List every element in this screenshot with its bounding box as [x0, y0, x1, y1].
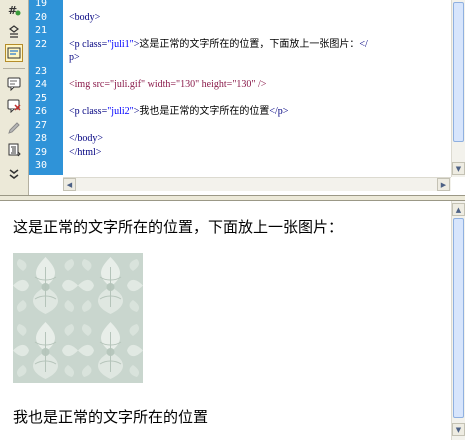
code-scroll-thumb[interactable]: [453, 2, 464, 142]
hash-icon[interactable]: #: [5, 1, 23, 19]
code-token: </p>: [269, 106, 289, 117]
design-view[interactable]: 这是正常的文字所在的位置，下面放上一张图片： 我也是正常的文字所在的位置 ▲ ▼: [0, 201, 465, 440]
scroll-down-arrow-icon[interactable]: ▼: [452, 162, 465, 175]
code-view[interactable]: # 19 20 21 22 23 24 25 26 27 28 29 30 <body> <p clas…: [0, 0, 465, 195]
line-number: 26: [35, 106, 48, 117]
scroll-right-arrow-icon[interactable]: ▶: [437, 178, 450, 191]
line-number: 21: [35, 25, 48, 36]
coding-toolbar: #: [0, 0, 29, 195]
line-number: 24: [35, 79, 48, 90]
code-horizontal-scrollbar[interactable]: ◀ ▶: [63, 177, 451, 191]
code-line[interactable]: <p class="juli1">这是正常的文字所在的位置，下面放上一张图片：<…: [69, 39, 368, 51]
comment-icon[interactable]: [5, 75, 23, 93]
code-line[interactable]: <img src="juli.gif" width="130" height="…: [69, 79, 266, 91]
format-source-icon[interactable]: [5, 141, 23, 159]
code-line[interactable]: </html>: [69, 147, 101, 159]
code-editor[interactable]: <body> <p class="juli1">这是正常的文字所在的位置，下面放上…: [63, 0, 451, 175]
pencil-icon[interactable]: [5, 119, 23, 137]
line-number: 25: [35, 92, 48, 104]
line-number: 20: [35, 11, 48, 23]
paragraph-juli2[interactable]: 我也是正常的文字所在的位置: [13, 406, 208, 427]
code-line[interactable]: </body>: [69, 133, 103, 145]
wrap-tag-icon[interactable]: [5, 44, 23, 62]
scroll-up-arrow-icon[interactable]: ▲: [452, 203, 465, 216]
design-scroll-thumb[interactable]: [453, 218, 464, 418]
snippet-icon[interactable]: [5, 23, 23, 41]
svg-text:#: #: [8, 4, 17, 17]
damask-pattern-image[interactable]: [13, 253, 143, 383]
code-token: "juli1": [107, 38, 134, 50]
code-token: 这是正常的文字所在的位置，下面放上一张图片：: [139, 38, 360, 50]
code-line[interactable]: <p class="juli2">我也是正常的文字所在的位置</p>: [69, 106, 288, 118]
scroll-left-arrow-icon[interactable]: ◀: [63, 178, 76, 191]
toolbar-separator: [3, 68, 25, 69]
line-number: 27: [35, 119, 48, 131]
code-line[interactable]: p>: [69, 52, 80, 64]
code-token: <p class=: [69, 106, 108, 117]
code-line[interactable]: <body>: [69, 12, 100, 24]
line-number: 29: [35, 146, 48, 158]
code-vertical-scrollbar[interactable]: ▼: [451, 0, 465, 177]
expand-icon[interactable]: [5, 165, 23, 183]
design-vertical-scrollbar[interactable]: ▲ ▼: [451, 201, 465, 440]
line-number: 22: [35, 38, 48, 50]
code-token: 我也是正常的文字所在的位置: [139, 106, 270, 117]
code-token: "juli2": [107, 106, 134, 117]
code-token: <p class=: [69, 38, 108, 50]
line-number-gutter: 19 20 21 22 23 24 25 26 27 28 29 30: [29, 0, 63, 175]
code-token: </: [359, 38, 368, 50]
line-number: 19: [35, 0, 48, 9]
line-number: 28: [35, 133, 48, 144]
line-number: 23: [35, 65, 48, 77]
remove-comment-icon[interactable]: [5, 97, 23, 115]
line-number: 30: [35, 160, 48, 171]
scroll-down-arrow-icon[interactable]: ▼: [452, 423, 465, 436]
paragraph-juli1[interactable]: 这是正常的文字所在的位置，下面放上一张图片：: [13, 216, 343, 237]
